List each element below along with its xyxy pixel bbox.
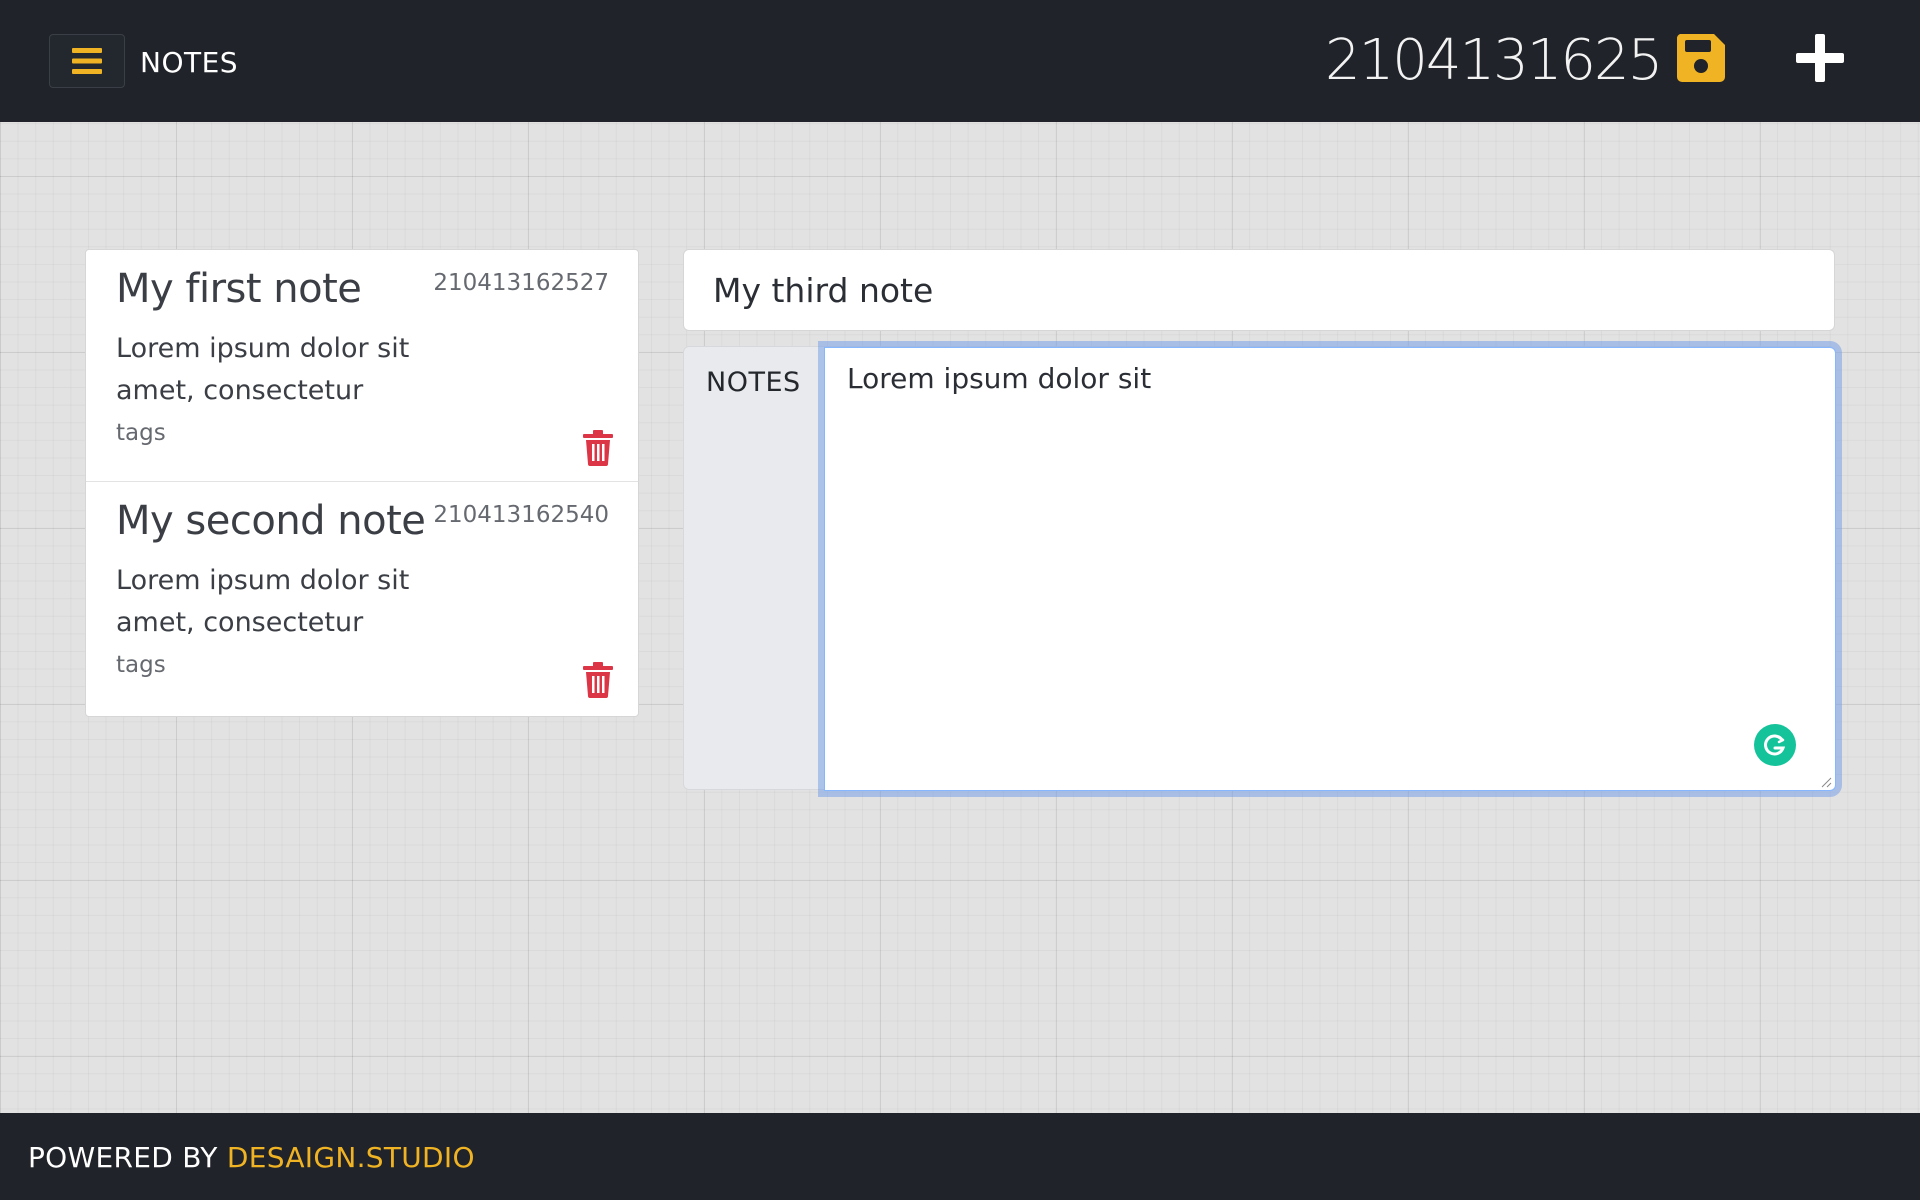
resize-handle[interactable]: [1820, 776, 1832, 788]
grammarly-icon[interactable]: [1754, 724, 1796, 766]
floppy-disk-icon: [1676, 34, 1725, 82]
note-id: 210413162540: [433, 502, 609, 528]
footer-credit: POWERED BY DESAIGN.STUDIO: [28, 1141, 475, 1174]
save-button[interactable]: [1674, 31, 1728, 85]
trash-icon[interactable]: [581, 430, 615, 466]
note-preview: Lorem ipsum dolor sit amet, consectetur: [116, 565, 410, 638]
hamburger-icon: [72, 48, 102, 74]
add-note-button[interactable]: [1793, 31, 1847, 85]
note-title: My first note: [116, 266, 362, 312]
note-list: My first note 210413162527 Lorem ipsum d…: [85, 249, 639, 717]
list-item[interactable]: My first note 210413162527 Lorem ipsum d…: [86, 250, 638, 482]
plus-icon: [1796, 34, 1844, 82]
note-id: 210413162527: [433, 270, 609, 296]
notes-input-group: NOTES Lorem ipsum dolor sit: [683, 346, 1836, 791]
grammarly-g-glyph: [1764, 734, 1786, 756]
footer-link[interactable]: DESAIGN.STUDIO: [227, 1141, 475, 1174]
notes-label: NOTES: [706, 367, 801, 398]
footer: POWERED BY DESAIGN.STUDIO: [0, 1113, 1920, 1200]
menu-button[interactable]: [49, 34, 125, 88]
app-title: NOTES: [140, 46, 239, 79]
note-tags: tags: [116, 420, 166, 446]
current-note-id: 2104131625: [1325, 28, 1663, 93]
trash-icon[interactable]: [581, 662, 615, 698]
notes-textarea[interactable]: Lorem ipsum dolor sit: [824, 347, 1836, 791]
note-title-input[interactable]: [683, 249, 1835, 331]
note-title: My second note: [116, 498, 426, 544]
footer-prefix: POWERED BY: [28, 1141, 227, 1174]
top-bar: NOTES 2104131625: [0, 0, 1920, 122]
note-preview: Lorem ipsum dolor sit amet, consectetur: [116, 333, 410, 406]
list-item[interactable]: My second note 210413162540 Lorem ipsum …: [86, 482, 638, 714]
note-tags: tags: [116, 652, 166, 678]
